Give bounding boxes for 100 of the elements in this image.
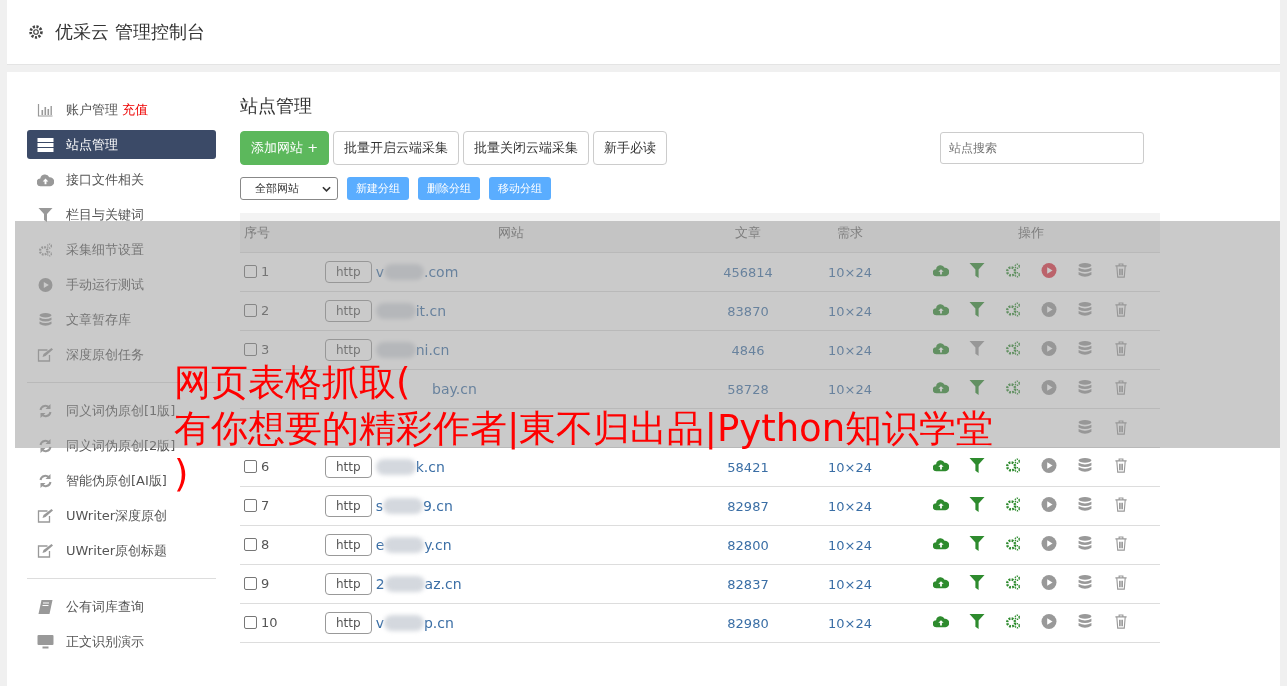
scheme-tag: http [325,534,372,556]
redaction-mark [375,459,416,475]
row-number: 8 [261,536,270,552]
database-icon [1076,536,1093,551]
play-icon [1040,575,1057,590]
cloud-upload-icon [932,302,949,317]
scheme-tag: http [325,339,372,361]
group-dropdown[interactable]: 全部网站 [240,177,338,200]
domain-text: k.cn [415,459,445,475]
row-checkbox[interactable] [244,459,257,473]
caption-text: ) [174,452,189,498]
filter-icon [968,380,985,395]
database-icon [1076,302,1093,317]
column-header: 文章 [697,213,799,253]
trash-icon [1112,575,1129,590]
domain-text: p.cn [423,615,454,631]
article-count: 82980 [727,615,769,631]
redaction-mark [383,615,424,631]
article-count: 58421 [727,459,769,475]
article-count: 82800 [727,537,769,553]
filter-icon [968,341,985,356]
database-icon [37,312,54,327]
redaction-mark [384,576,425,592]
row-checkbox[interactable] [244,342,257,356]
cloud-upload-icon [37,172,54,187]
row-number: 6 [261,458,270,474]
monitor-icon [37,634,54,649]
edit-icon [37,347,54,362]
column-header: 网站 [325,213,697,253]
cloud-upload-icon [932,497,949,512]
action-button[interactable]: 新手必读 [593,131,668,165]
column-header: 需求 [799,213,901,253]
refresh-icon [37,473,54,488]
sidebar-item[interactable]: 智能伪原创[AI版] [27,466,169,495]
row-checkbox[interactable] [244,576,257,590]
page-title: 站点管理 [240,94,313,118]
article-count: 58728 [727,381,769,397]
row-checkbox[interactable] [244,615,257,629]
play-icon [1040,536,1057,551]
article-count: 456814 [723,264,773,280]
row-checkbox[interactable] [244,537,257,551]
row-number: 7 [261,497,270,513]
cloud-upload-icon [932,614,949,629]
server-icon [37,137,54,152]
article-count: 4846 [731,342,765,358]
sidebar-item[interactable]: UWriter原创标题 [27,536,170,565]
gears-icon [1004,614,1021,629]
cloud-upload-icon [932,575,949,590]
demand-text: 10×24 [828,498,872,514]
play-icon [1040,302,1057,317]
demand-text: 10×24 [828,381,872,397]
domain-text: v [375,615,384,631]
trash-icon [1112,614,1129,629]
recharge-link[interactable]: 充值 [122,100,148,119]
action-button[interactable]: 批量关闭云端采集 [463,131,590,165]
sidebar-item[interactable]: 账户管理 充值 [27,95,150,124]
trash-icon [1112,302,1129,317]
edit-icon [37,543,54,558]
bar-chart-icon [37,102,54,117]
sidebar-item[interactable]: 正文识别演示 [27,627,146,656]
demand-text: 10×24 [828,303,872,319]
action-button[interactable]: 批量开启云端采集 [333,131,460,165]
filter-icon [968,614,985,629]
play-icon [1040,614,1057,629]
domain-text: s [375,498,383,514]
edit-icon [37,508,54,523]
cloud-upload-icon [932,458,949,473]
redaction-mark [384,537,425,553]
sidebar-item[interactable]: 接口文件相关 [27,165,146,194]
filter-icon [968,575,985,590]
demand-text: 10×24 [828,459,872,475]
row-checkbox[interactable] [244,498,257,512]
gears-icon [1004,263,1021,278]
caption-text: 网页表格抓取( [174,360,411,405]
sidebar-item[interactable]: UWriter深度原创 [27,501,170,530]
domain-text: ni.cn [415,342,450,358]
database-icon [1076,341,1093,356]
database-icon [1076,263,1093,278]
row-checkbox[interactable] [244,264,257,278]
domain-text: e [375,537,385,553]
sidebar-item[interactable]: 站点管理 [27,130,216,159]
redaction-mark [382,498,423,514]
cloud-upload-icon [932,263,949,278]
gears-icon [1004,458,1021,473]
filter-icon [968,302,985,317]
article-count: 82987 [727,498,769,514]
row-number: 3 [261,341,270,357]
refresh-icon [37,438,54,453]
column-header: 操作 [901,213,1160,253]
sidebar-item[interactable]: 栏目与关键词 [27,200,146,229]
domain-text: 9.cn [422,498,453,514]
gears-icon [1004,575,1021,590]
gears-icon [1004,380,1021,395]
sidebar-item[interactable]: 公有词库查询 [27,592,146,621]
search-field[interactable]: 站点搜索 [940,132,1144,164]
demand-text: 10×24 [828,576,872,592]
row-checkbox[interactable] [244,303,257,317]
domain-text: v [375,264,384,280]
scheme-tag: http [325,261,372,283]
scheme-tag: http [325,573,372,595]
